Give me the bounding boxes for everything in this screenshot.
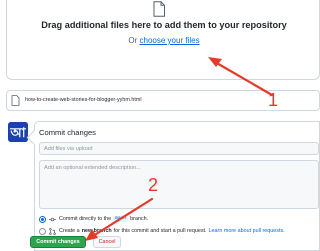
commit-direct-prefix: Commit directly to the — [59, 216, 112, 222]
new-branch-prefix: Create a — [59, 228, 80, 234]
drop-zone-title: Drag additional files here to add them t… — [41, 20, 287, 30]
commit-changes-panel: Commit changes Commit directly to the ma… — [34, 121, 320, 251]
branch-name-badge: main — [113, 216, 129, 222]
commit-description-input[interactable] — [39, 160, 319, 209]
commit-direct-option[interactable]: Commit directly to the main branch. — [39, 214, 148, 224]
annotation-step-2: 2 — [148, 175, 159, 195]
new-branch-radio[interactable] — [39, 227, 46, 235]
pull-request-icon — [49, 227, 56, 235]
new-branch-option[interactable]: Create a new branch for this commit and … — [39, 226, 285, 236]
file-drop-zone[interactable]: Drag additional files here to add them t… — [6, 0, 320, 80]
choose-prefix: Or — [128, 36, 140, 45]
avatar: আ — [8, 122, 28, 142]
avatar-glyph: আ — [8, 122, 28, 142]
file-icon — [153, 1, 165, 17]
commit-title: Commit changes — [39, 128, 96, 137]
commit-direct-radio[interactable] — [39, 215, 46, 223]
avatar-letter: আ — [9, 126, 26, 141]
commit-direct-suffix: branch. — [130, 216, 149, 222]
new-branch-suffix: for this commit and start a pull request… — [113, 228, 207, 234]
cancel-button[interactable]: Cancel — [93, 236, 121, 248]
commit-summary-input[interactable] — [39, 142, 319, 155]
commit-changes-button[interactable]: Commit changes — [30, 236, 86, 248]
choose-files-link[interactable]: choose your files — [140, 36, 200, 45]
git-commit-icon — [49, 217, 56, 221]
new-branch-label: new branch — [81, 228, 112, 234]
choose-files-line: Or choose your files — [7, 36, 320, 45]
learn-more-link[interactable]: Learn more about pull requests. — [209, 228, 285, 234]
uploaded-file-name: how-to-create-web-stories-for-blogger-yy… — [25, 97, 142, 103]
file-icon — [11, 95, 20, 106]
annotation-step-1: 1 — [268, 90, 279, 110]
